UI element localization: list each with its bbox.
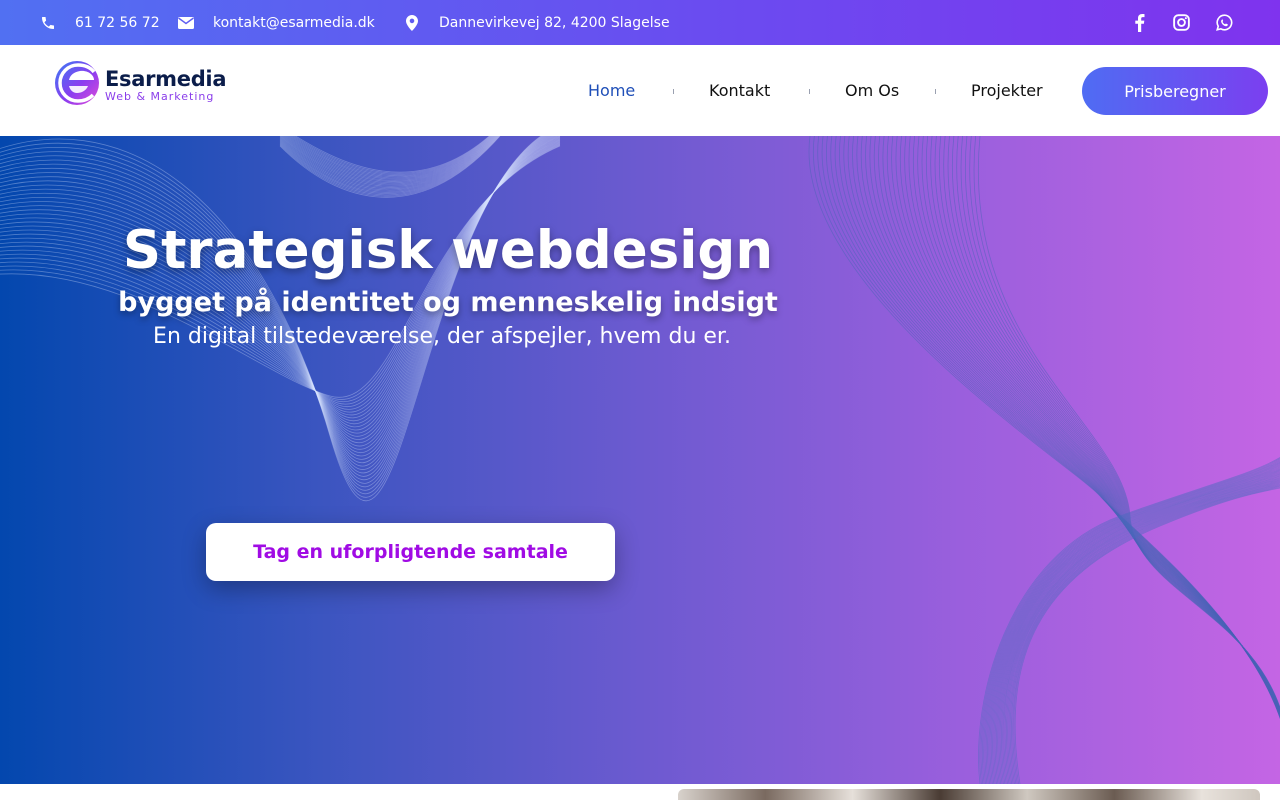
book-call-button[interactable]: Tag en uforpligtende samtale — [206, 523, 615, 581]
top-contact-bar: 61 72 56 72 kontakt@esarmedia.dk Dannevi… — [0, 0, 1280, 45]
prisberegner-button[interactable]: Prisberegner — [1082, 67, 1268, 115]
phone-icon — [40, 0, 56, 45]
facebook-icon[interactable] — [1127, 0, 1151, 45]
esarmedia-logo[interactable]: Esarmedia Web & Marketing — [54, 59, 227, 109]
nav-separator — [935, 89, 936, 94]
map-pin-icon — [406, 0, 418, 45]
logo-tagline: Web & Marketing — [105, 90, 215, 103]
nav-om-os[interactable]: Om Os — [845, 45, 899, 136]
hero-subtitle: bygget på identitet og menneskelig indsi… — [118, 287, 778, 318]
hero-title: Strategisk webdesign — [122, 220, 774, 281]
email-link[interactable]: kontakt@esarmedia.dk — [213, 0, 375, 45]
address-text: Dannevirkevej 82, 4200 Slagelse — [439, 14, 670, 31]
nav-home[interactable]: Home — [588, 45, 635, 136]
nav-projekter[interactable]: Projekter — [971, 45, 1043, 136]
hero-lead-text: En digital tilstedeværelse, der afspejle… — [153, 324, 731, 349]
hero-section: Strategisk webdesign bygget på identitet… — [0, 136, 1280, 784]
nav-kontakt[interactable]: Kontakt — [709, 45, 770, 136]
site-header: Esarmedia Web & Marketing Home Kontakt O… — [0, 45, 1280, 136]
logo-name: Esarmedia — [105, 67, 227, 91]
section-image-edge — [678, 789, 1260, 800]
envelope-icon — [178, 0, 194, 45]
nav-separator — [673, 89, 674, 94]
instagram-icon[interactable] — [1169, 0, 1193, 45]
phone-link[interactable]: 61 72 56 72 — [75, 0, 160, 45]
logo-mark-icon — [55, 61, 99, 105]
nav-separator — [809, 89, 810, 94]
whatsapp-icon[interactable] — [1212, 0, 1236, 45]
